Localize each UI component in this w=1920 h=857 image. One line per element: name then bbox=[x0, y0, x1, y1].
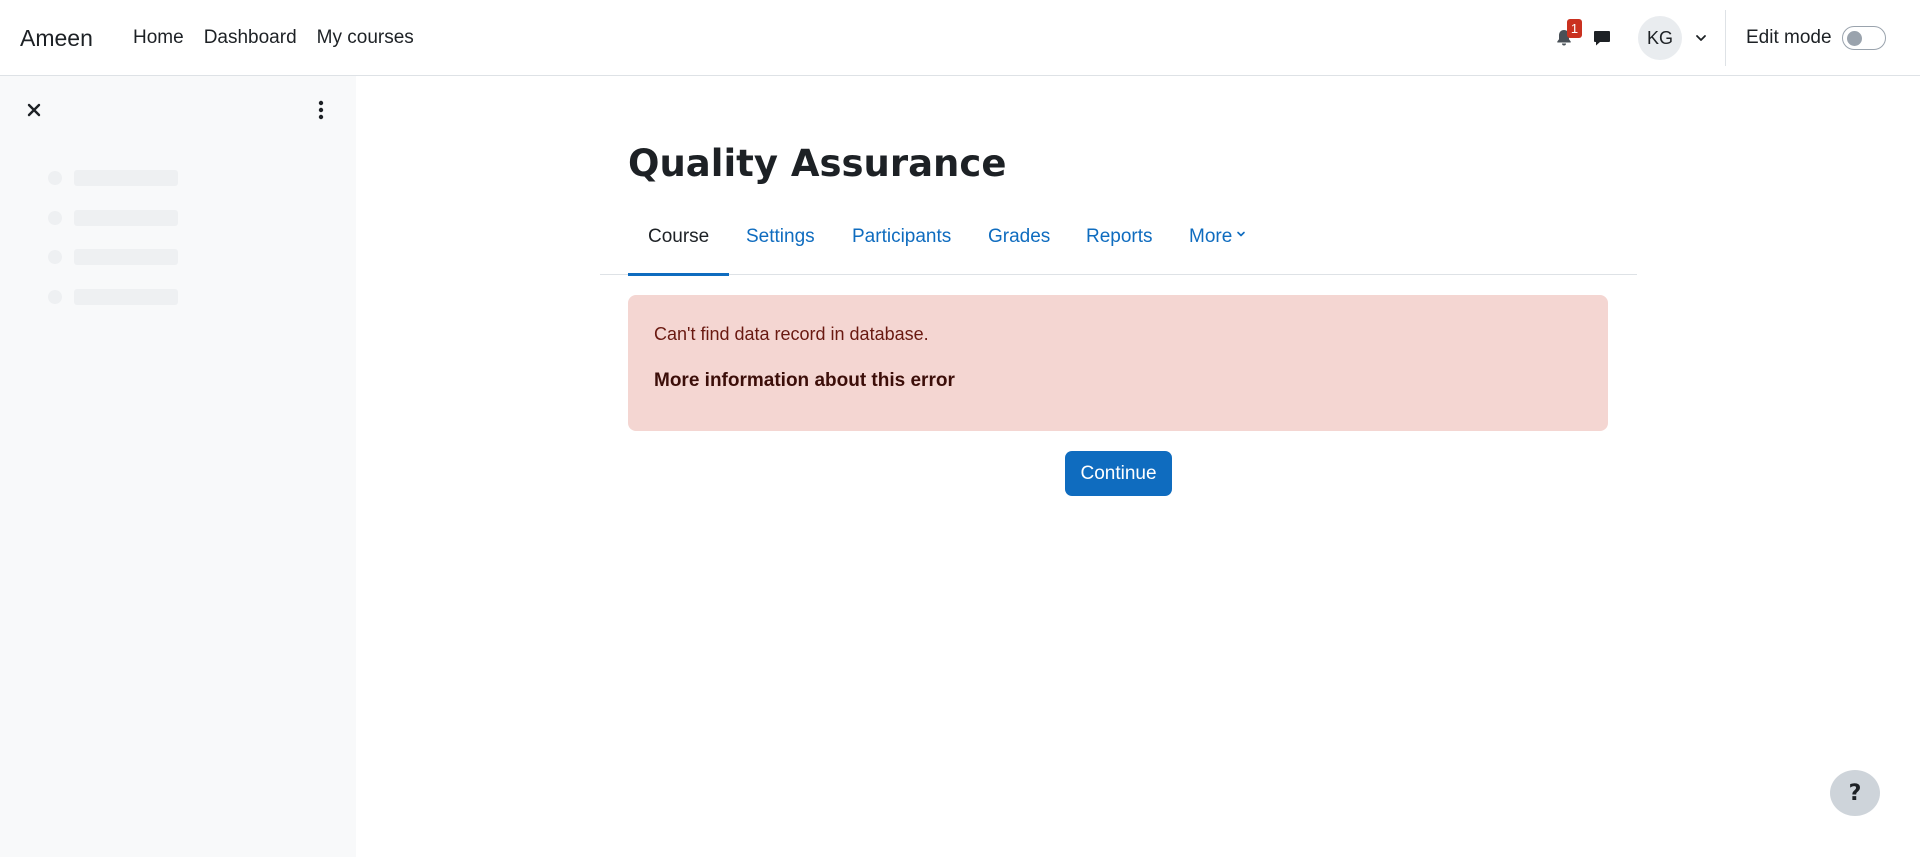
chevron-down-icon bbox=[1696, 35, 1706, 41]
placeholder-bar bbox=[74, 170, 178, 186]
course-index-drawer bbox=[0, 76, 356, 857]
placeholder-dot bbox=[48, 290, 62, 304]
edit-mode-switch[interactable]: Edit mode bbox=[1746, 24, 1886, 52]
error-more-info-link[interactable]: More information about this error bbox=[654, 366, 955, 396]
tab-settings[interactable]: Settings bbox=[726, 216, 835, 275]
nav-home[interactable]: Home bbox=[123, 24, 194, 52]
tab-reports[interactable]: Reports bbox=[1066, 216, 1173, 275]
tab-participants[interactable]: Participants bbox=[832, 216, 971, 275]
loading-placeholder bbox=[48, 247, 178, 267]
kebab-menu-icon bbox=[318, 100, 324, 120]
tab-more[interactable]: More bbox=[1169, 216, 1267, 275]
drawer-options-button[interactable] bbox=[305, 94, 337, 126]
placeholder-bar bbox=[74, 289, 178, 305]
page-title: Quality Assurance bbox=[628, 142, 1007, 185]
notifications-button[interactable]: 1 bbox=[1544, 18, 1584, 58]
nav-my-courses[interactable]: My courses bbox=[307, 24, 424, 52]
help-button[interactable]: ? bbox=[1830, 770, 1880, 816]
loading-placeholder bbox=[48, 287, 178, 307]
loading-placeholder bbox=[48, 168, 178, 188]
chat-icon bbox=[1594, 31, 1610, 46]
tab-grades[interactable]: Grades bbox=[968, 216, 1070, 275]
nav-dashboard[interactable]: Dashboard bbox=[194, 24, 307, 52]
placeholder-bar bbox=[74, 210, 178, 226]
notification-count-badge: 1 bbox=[1567, 19, 1582, 38]
edit-mode-label: Edit mode bbox=[1746, 27, 1832, 48]
edit-mode-toggle[interactable] bbox=[1841, 26, 1886, 50]
error-message: Can't find data record in database. bbox=[654, 324, 929, 344]
continue-button[interactable]: Continue bbox=[1065, 451, 1172, 496]
user-menu-toggle[interactable]: KG bbox=[1638, 16, 1708, 60]
course-secondary-navigation: Course Settings Participants Grades Repo… bbox=[600, 216, 1637, 276]
placeholder-bar bbox=[74, 249, 178, 265]
navbar-divider bbox=[1725, 10, 1726, 66]
placeholder-dot bbox=[48, 211, 62, 225]
placeholder-dot bbox=[48, 171, 62, 185]
error-alert: Can't find data record in database. More… bbox=[628, 295, 1608, 431]
top-navbar: Ameen Home Dashboard My courses 1 KG Edi… bbox=[0, 0, 1920, 76]
close-drawer-button[interactable] bbox=[18, 94, 50, 126]
avatar: KG bbox=[1638, 16, 1682, 60]
site-brand[interactable]: Ameen bbox=[20, 22, 93, 54]
chevron-down-icon bbox=[1237, 231, 1246, 237]
loading-placeholder bbox=[48, 208, 178, 228]
tab-course[interactable]: Course bbox=[628, 216, 730, 276]
tab-settings[interactable] bbox=[1326, 216, 1366, 275]
close-icon bbox=[27, 103, 41, 117]
tab-more-label: More bbox=[1189, 226, 1233, 247]
primary-navigation: Home Dashboard My courses bbox=[123, 24, 424, 52]
messages-button[interactable] bbox=[1582, 18, 1622, 58]
placeholder-dot bbox=[48, 250, 62, 264]
